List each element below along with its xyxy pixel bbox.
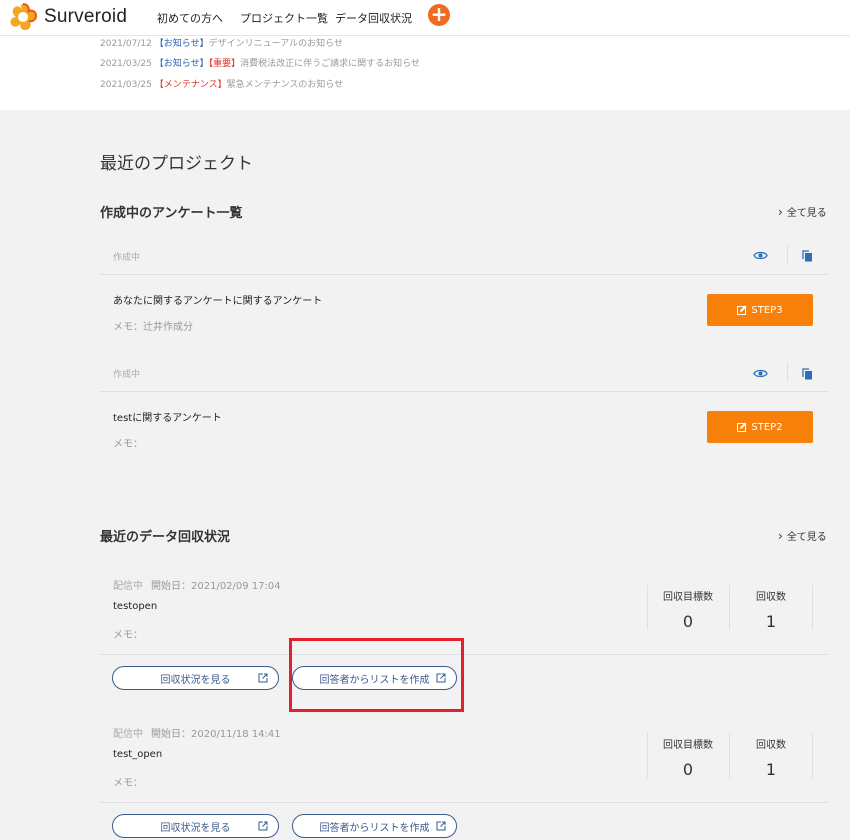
logo[interactable]: Surveroid xyxy=(8,3,127,31)
top-header: Surveroid 初めての方へ プロジェクト一覧 データ回収状況 + xyxy=(0,0,850,36)
news-text: 消費税法改正に伴うご請求に関するお知らせ xyxy=(240,59,420,69)
news-text: デザインリニューアルのお知らせ xyxy=(208,39,343,49)
news-date: 2021/07/12 xyxy=(100,39,152,49)
step-label: STEP2 xyxy=(751,421,783,433)
button-label: 回答者からリストを作成 xyxy=(319,822,430,834)
highlight-annotation xyxy=(289,638,464,712)
news-tag: 【お知らせ】 xyxy=(154,59,209,69)
logo-icon xyxy=(10,3,38,31)
copy-icon[interactable] xyxy=(802,368,813,380)
survey-status: 作成中 xyxy=(113,253,141,263)
divider xyxy=(812,585,813,630)
data-section-title: 最近のデータ回収状況 xyxy=(100,530,231,545)
chevron-right-icon: › xyxy=(778,205,783,219)
count-label: 回収数 xyxy=(756,592,786,603)
create-list-from-respondents-button[interactable]: 回答者からリストを作成 xyxy=(292,814,457,838)
logo-text: Surveroid xyxy=(44,6,128,27)
page-title: 最近のプロジェクト xyxy=(100,154,253,174)
create-new-button[interactable]: + xyxy=(428,4,450,26)
count-value: 1 xyxy=(765,760,777,779)
eye-icon[interactable] xyxy=(753,368,768,379)
news-panel: 2021/07/12 【お知らせ】デザインリニューアルのお知らせ 2021/03… xyxy=(0,36,850,110)
start-date: 開始日：2020/11/18 14:41 xyxy=(151,729,281,740)
survey-memo: メモ：辻井作成分 xyxy=(113,322,193,333)
collection-memo: メモ： xyxy=(113,630,143,641)
chevron-right-icon: › xyxy=(778,529,783,543)
divider xyxy=(729,585,730,630)
button-label: 回収状況を見る xyxy=(160,822,231,834)
count-value: 1 xyxy=(765,612,777,631)
divider xyxy=(787,245,788,265)
divider xyxy=(729,733,730,778)
collection-meta: 配信中 開始日：2021/02/09 17:04 xyxy=(113,577,281,592)
collection-status: 配信中 xyxy=(113,729,143,740)
collection-status: 配信中 xyxy=(113,581,143,592)
news-item[interactable]: 2021/03/25 【お知らせ】【重要】消費税法改正に伴うご請求に関するお知ら… xyxy=(100,56,420,69)
view-collection-status-button[interactable]: 回収状況を見る xyxy=(112,666,279,690)
target-value: 0 xyxy=(682,760,694,779)
copy-icon[interactable] xyxy=(802,250,813,262)
step-label: STEP3 xyxy=(751,304,783,316)
survey-title[interactable]: あなたに関するアンケートに関するアンケート xyxy=(113,292,322,307)
nav-projects[interactable]: プロジェクト一覧 xyxy=(240,10,328,26)
survey-memo: メモ： xyxy=(113,439,143,450)
button-label: 回収状況を見る xyxy=(160,674,231,686)
edit-icon xyxy=(737,305,747,315)
survey-title[interactable]: testに関するアンケート xyxy=(113,409,222,424)
see-all-label: 全て見る xyxy=(786,532,827,543)
start-date: 開始日：2021/02/09 17:04 xyxy=(151,581,281,592)
target-label: 回収目標数 xyxy=(663,740,713,751)
news-date: 2021/03/25 xyxy=(100,59,152,69)
news-tag: 【メンテナンス】 xyxy=(154,80,227,90)
divider xyxy=(100,391,829,392)
target-label: 回収目標数 xyxy=(663,592,713,603)
news-tag: 【重要】 xyxy=(208,59,241,69)
collection-title[interactable]: test_open xyxy=(113,749,162,760)
survey-status: 作成中 xyxy=(113,370,141,380)
data-see-all-link[interactable]: › 全て見る xyxy=(778,528,827,543)
news-item[interactable]: 2021/03/25 【メンテナンス】緊急メンテナンスのお知らせ xyxy=(100,77,343,90)
divider xyxy=(812,733,813,778)
eye-icon[interactable] xyxy=(753,250,768,261)
edit-icon xyxy=(737,422,747,432)
collection-memo: メモ： xyxy=(113,778,143,789)
surveys-see-all-link[interactable]: › 全て見る xyxy=(778,204,827,219)
divider xyxy=(100,802,829,803)
see-all-label: 全て見る xyxy=(786,208,827,219)
collection-title[interactable]: testopen xyxy=(113,601,157,612)
news-item[interactable]: 2021/07/12 【お知らせ】デザインリニューアルのお知らせ xyxy=(100,36,343,49)
nav-data-collection[interactable]: データ回収状況 xyxy=(335,10,412,26)
nav-beginners[interactable]: 初めての方へ xyxy=(157,10,223,26)
news-text: 緊急メンテナンスのお知らせ xyxy=(226,80,344,90)
external-link-icon xyxy=(258,821,268,831)
step2-button[interactable]: STEP2 xyxy=(707,411,813,443)
divider xyxy=(787,362,788,382)
divider xyxy=(100,274,829,275)
step3-button[interactable]: STEP3 xyxy=(707,294,813,326)
news-date: 2021/03/25 xyxy=(100,80,152,90)
view-collection-status-button[interactable]: 回収状況を見る xyxy=(112,814,279,838)
external-link-icon xyxy=(436,821,446,831)
divider xyxy=(100,654,829,655)
collection-meta: 配信中 開始日：2020/11/18 14:41 xyxy=(113,725,281,740)
news-tag: 【お知らせ】 xyxy=(154,39,209,49)
external-link-icon xyxy=(258,673,268,683)
surveys-section-title: 作成中のアンケート一覧 xyxy=(100,206,243,221)
count-label: 回収数 xyxy=(756,740,786,751)
target-value: 0 xyxy=(682,612,694,631)
